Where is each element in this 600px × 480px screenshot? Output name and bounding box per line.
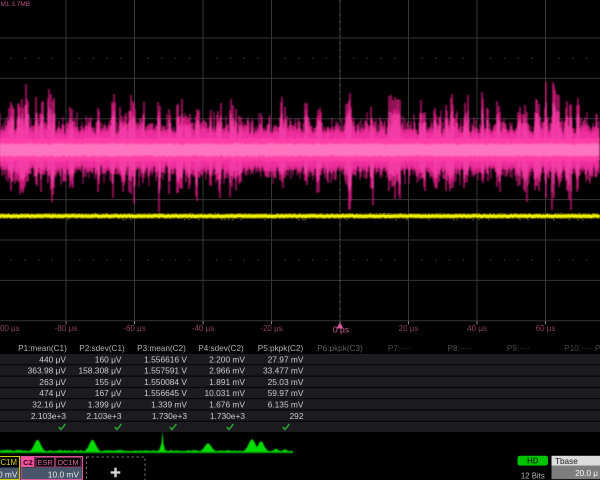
svg-text:P6:pkpk(C3): P6:pkpk(C3) <box>317 344 363 353</box>
svg-text:1.556645 V: 1.556645 V <box>144 388 187 398</box>
svg-text:363.98 μV: 363.98 μV <box>28 366 67 376</box>
svg-text:2.103e+3: 2.103e+3 <box>31 411 67 421</box>
svg-text:20 μs: 20 μs <box>399 324 419 333</box>
svg-text:32.16 μV: 32.16 μV <box>32 400 66 410</box>
svg-text:440 μV: 440 μV <box>39 354 66 364</box>
svg-text:1.556616 V: 1.556616 V <box>144 354 187 364</box>
svg-text:P10:····: P10:···· <box>564 344 592 353</box>
svg-text:-40 μs: -40 μs <box>192 324 214 333</box>
svg-text:1.399 μV: 1.399 μV <box>88 400 122 410</box>
svg-text:160 μV: 160 μV <box>95 354 122 364</box>
svg-text:2.103e+3: 2.103e+3 <box>86 411 122 421</box>
svg-text:P7:····: P7:···· <box>388 344 411 353</box>
svg-text:155 μV: 155 μV <box>95 377 122 387</box>
svg-text:1.339 mV: 1.339 mV <box>151 400 187 410</box>
svg-text:167 μV: 167 μV <box>95 388 122 398</box>
svg-text:M1 3.7MB: M1 3.7MB <box>1 1 31 8</box>
svg-text:P: P <box>595 344 600 353</box>
svg-text:P2:sdev(C1): P2:sdev(C1) <box>79 344 125 353</box>
svg-text:10.031 mV: 10.031 mV <box>204 388 245 398</box>
svg-text:P5:pkpk(C2): P5:pkpk(C2) <box>258 344 304 353</box>
svg-text:ESR: ESR <box>38 458 53 467</box>
svg-text:27.97 mV: 27.97 mV <box>268 354 304 364</box>
svg-text:DC1M: DC1M <box>58 458 79 467</box>
svg-text:-80 μs: -80 μs <box>55 324 77 333</box>
svg-text:20.0 μ: 20.0 μ <box>575 469 598 478</box>
svg-text:DC1M: DC1M <box>0 458 17 467</box>
svg-text:1.730e+3: 1.730e+3 <box>152 411 188 421</box>
svg-text:1.891 mV: 1.891 mV <box>209 377 245 387</box>
svg-text:10.0 mV: 10.0 mV <box>0 470 18 480</box>
svg-text:25.03 mV: 25.03 mV <box>268 377 304 387</box>
svg-text:2.966 mV: 2.966 mV <box>209 366 245 376</box>
svg-text:2.200 mV: 2.200 mV <box>209 354 245 364</box>
svg-text:C2: C2 <box>23 458 33 467</box>
svg-text:474 μV: 474 μV <box>39 388 66 398</box>
svg-text:P3:mean(C2): P3:mean(C2) <box>137 344 186 353</box>
svg-text:10.0 mV: 10.0 mV <box>48 470 80 480</box>
svg-text:40 μs: 40 μs <box>467 324 487 333</box>
svg-text:00 μs: 00 μs <box>0 324 20 333</box>
svg-text:33.477 mV: 33.477 mV <box>263 366 304 376</box>
svg-text:Tbase: Tbase <box>555 457 578 466</box>
svg-text:6.135 mV: 6.135 mV <box>268 400 304 410</box>
svg-text:263 μV: 263 μV <box>39 377 66 387</box>
svg-text:1.550084 V: 1.550084 V <box>144 377 187 387</box>
svg-text:292: 292 <box>290 411 304 421</box>
svg-text:1.676 mV: 1.676 mV <box>209 400 245 410</box>
svg-text:60 μs: 60 μs <box>536 324 556 333</box>
svg-text:158.308 μV: 158.308 μV <box>78 366 121 376</box>
svg-text:12 Bits: 12 Bits <box>521 472 545 480</box>
svg-text:1.557591 V: 1.557591 V <box>144 366 187 376</box>
svg-text:1.730e+3: 1.730e+3 <box>210 411 246 421</box>
svg-text:P1:mean(C1): P1:mean(C1) <box>18 344 67 353</box>
svg-text:HD: HD <box>527 457 539 466</box>
svg-text:-60 μs: -60 μs <box>123 324 145 333</box>
svg-text:P4:sdev(C2): P4:sdev(C2) <box>198 344 244 353</box>
svg-text:-20 μs: -20 μs <box>260 324 282 333</box>
svg-text:P9:····: P9:···· <box>507 344 530 353</box>
svg-text:P8:····: P8:···· <box>447 344 470 353</box>
svg-text:59.97 mV: 59.97 mV <box>268 388 304 398</box>
